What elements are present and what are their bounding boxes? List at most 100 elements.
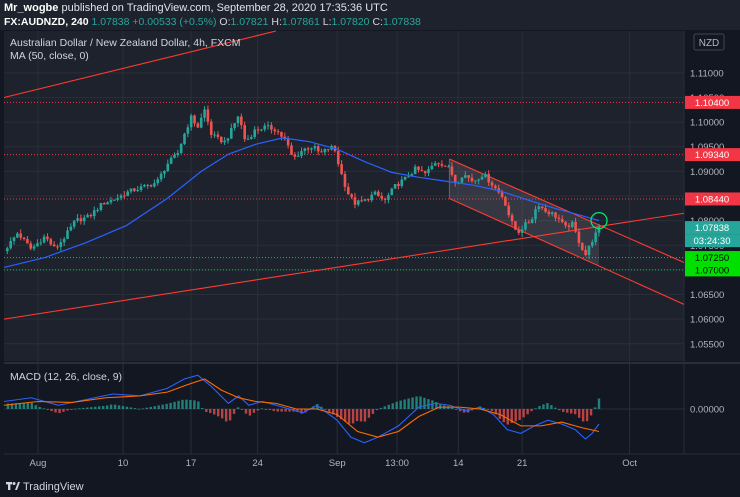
candle-body [66, 230, 69, 239]
macd-histogram-bar [518, 409, 521, 420]
x-tick-label: 13:00 [385, 458, 409, 469]
macd-histogram-bar [562, 409, 565, 412]
candle-body [240, 116, 243, 126]
macd-histogram-bar [399, 400, 402, 409]
ma-legend[interactable]: MA (50, close, 0) [10, 50, 89, 62]
candle-body [179, 143, 183, 154]
macd-histogram-bar [94, 406, 97, 409]
y-tick-label: 1.10000 [690, 118, 724, 129]
macd-histogram-bar [383, 406, 386, 409]
candle-body [32, 246, 36, 249]
countdown-tag: 03:24:30 [685, 234, 740, 248]
macd-histogram-bar [109, 404, 113, 409]
candle-body [263, 125, 267, 130]
level-tag-2-text: 1.08440 [695, 194, 729, 205]
candle-body [433, 163, 437, 166]
candle [179, 143, 183, 154]
macd-histogram-bar [169, 402, 172, 409]
macd-histogram-bar [86, 407, 89, 409]
countdown-tag-text: 03:24:30 [694, 236, 731, 247]
candle-body [447, 166, 450, 168]
candle-body [280, 131, 283, 137]
candle-body [223, 140, 226, 143]
macd-histogram-bar [98, 406, 101, 409]
macd-histogram-bar [391, 403, 394, 409]
macd-histogram-bar [117, 405, 121, 409]
candle-body [166, 163, 170, 171]
price-chart[interactable]: 1.110001.105001.100001.095001.090001.085… [0, 0, 740, 497]
macd-histogram-bar [351, 409, 355, 424]
macd-histogram-bar [224, 409, 228, 422]
candle-body [306, 148, 310, 150]
candle-body [574, 221, 577, 232]
candle-body [149, 184, 153, 187]
macd-histogram-bar [546, 403, 549, 409]
tradingview-icon [6, 482, 20, 490]
candle [183, 132, 186, 146]
macd-histogram-bar [415, 396, 418, 409]
candle-body [467, 175, 470, 178]
macd-histogram-bar [145, 407, 148, 409]
candle-body [477, 179, 480, 181]
candle-body [69, 226, 73, 231]
level-tag-3-text: 1.07250 [695, 253, 729, 264]
candle-body [89, 214, 93, 217]
candle-body [253, 129, 257, 138]
candle-body [173, 154, 176, 158]
y-tick-label: 1.06000 [690, 315, 724, 326]
candle-body [400, 179, 404, 186]
candle-body [363, 199, 367, 201]
candle-body [296, 155, 300, 157]
candle-body [266, 125, 270, 127]
macd-histogram-bar [538, 406, 541, 409]
macd-histogram-bar [343, 409, 347, 422]
macd-histogram-bar [46, 409, 49, 410]
time-axis[interactable]: Aug 10 17 24 Sep 13:00 14 21 Oct [30, 458, 638, 469]
candle-body [316, 146, 320, 152]
candle-body [243, 125, 246, 140]
macd-histogram-bar [38, 406, 41, 409]
candle-body [216, 134, 220, 137]
x-tick-label: Oct [622, 458, 637, 469]
candle-body [139, 186, 143, 190]
candle-body [116, 198, 119, 200]
macd-histogram-bar [550, 405, 553, 409]
candle [390, 187, 394, 196]
candle-body [343, 174, 347, 187]
candle-body [554, 212, 557, 218]
candle-body [256, 129, 260, 131]
candle-body [76, 218, 79, 221]
candle-body [143, 185, 146, 187]
macd-histogram-bar [284, 409, 287, 412]
candle-body [42, 236, 46, 243]
y-tick-label: 1.06500 [690, 290, 724, 301]
last-price-tag-text: 1.07838 [695, 223, 729, 234]
macd-histogram-bar [149, 406, 152, 409]
macd-histogram-bar [161, 404, 164, 409]
candle-body [587, 245, 591, 256]
macd-histogram-bar [558, 409, 561, 411]
candle-body [136, 189, 140, 191]
candle-body [440, 164, 444, 166]
x-tick-label: 17 [186, 458, 197, 469]
macd-y-tick-label: 0.00000 [690, 405, 724, 416]
macd-histogram-bar [189, 400, 192, 409]
macd-histogram-bar [363, 409, 367, 422]
candle-body [537, 206, 541, 210]
candle-body [183, 133, 186, 144]
tradingview-logo[interactable]: TradingView [6, 481, 84, 493]
candle-body [123, 195, 126, 197]
macd-histogram-bar [256, 409, 260, 411]
candle-body [26, 239, 29, 244]
candle-body [474, 180, 477, 182]
candle-body [427, 169, 430, 174]
candle-body [326, 149, 330, 151]
macd-histogram-bar [585, 409, 589, 422]
macd-legend[interactable]: MACD (12, 26, close, 9) [10, 371, 122, 383]
macd-histogram-bar [34, 405, 37, 409]
candle [580, 242, 584, 251]
candle-body [597, 226, 601, 233]
macd-histogram-bar [280, 409, 283, 412]
macd-histogram-bar [526, 409, 529, 415]
candle-body [86, 214, 89, 218]
